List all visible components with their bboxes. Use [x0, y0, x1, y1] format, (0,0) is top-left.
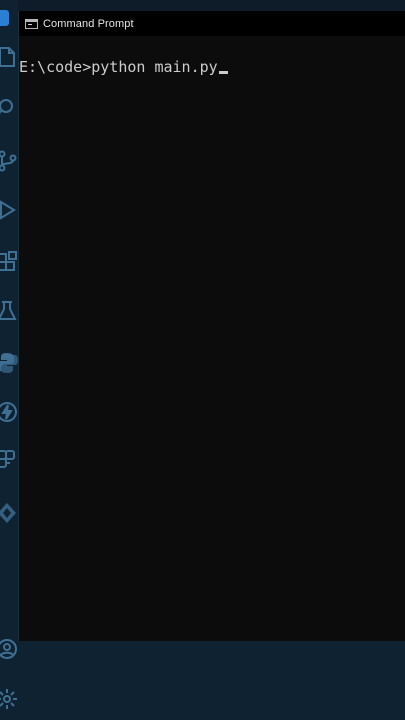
activity-bar [0, 0, 18, 720]
python-icon[interactable] [0, 352, 18, 374]
prompt-line: E:\code> python main.py [19, 58, 228, 76]
window-title: Command Prompt [43, 17, 134, 30]
screen: Command Prompt E:\code> python main.py [0, 0, 405, 720]
command-prompt-window[interactable]: Command Prompt E:\code> python main.py [18, 11, 405, 641]
prompt-path: E:\code> [19, 58, 92, 76]
source-control-icon[interactable] [0, 150, 18, 172]
deploy-icon[interactable] [0, 502, 18, 524]
account-icon[interactable] [0, 638, 18, 660]
run-debug-icon[interactable] [0, 199, 18, 221]
typed-command: python main.py [91, 58, 218, 76]
search-icon[interactable] [0, 97, 18, 119]
editor-background-strip [18, 641, 405, 720]
cloud-icon[interactable] [0, 449, 18, 471]
lightning-icon[interactable] [0, 401, 18, 423]
extensions-icon[interactable] [0, 251, 18, 273]
console-app-icon [25, 18, 38, 29]
files-icon[interactable] [0, 46, 18, 68]
window-titlebar[interactable]: Command Prompt [19, 11, 405, 36]
text-cursor [218, 71, 228, 74]
app-logo-icon[interactable] [0, 10, 9, 26]
settings-gear-icon[interactable] [0, 688, 18, 710]
testing-icon[interactable] [0, 300, 18, 322]
console-output-area[interactable]: E:\code> python main.py [19, 36, 405, 641]
